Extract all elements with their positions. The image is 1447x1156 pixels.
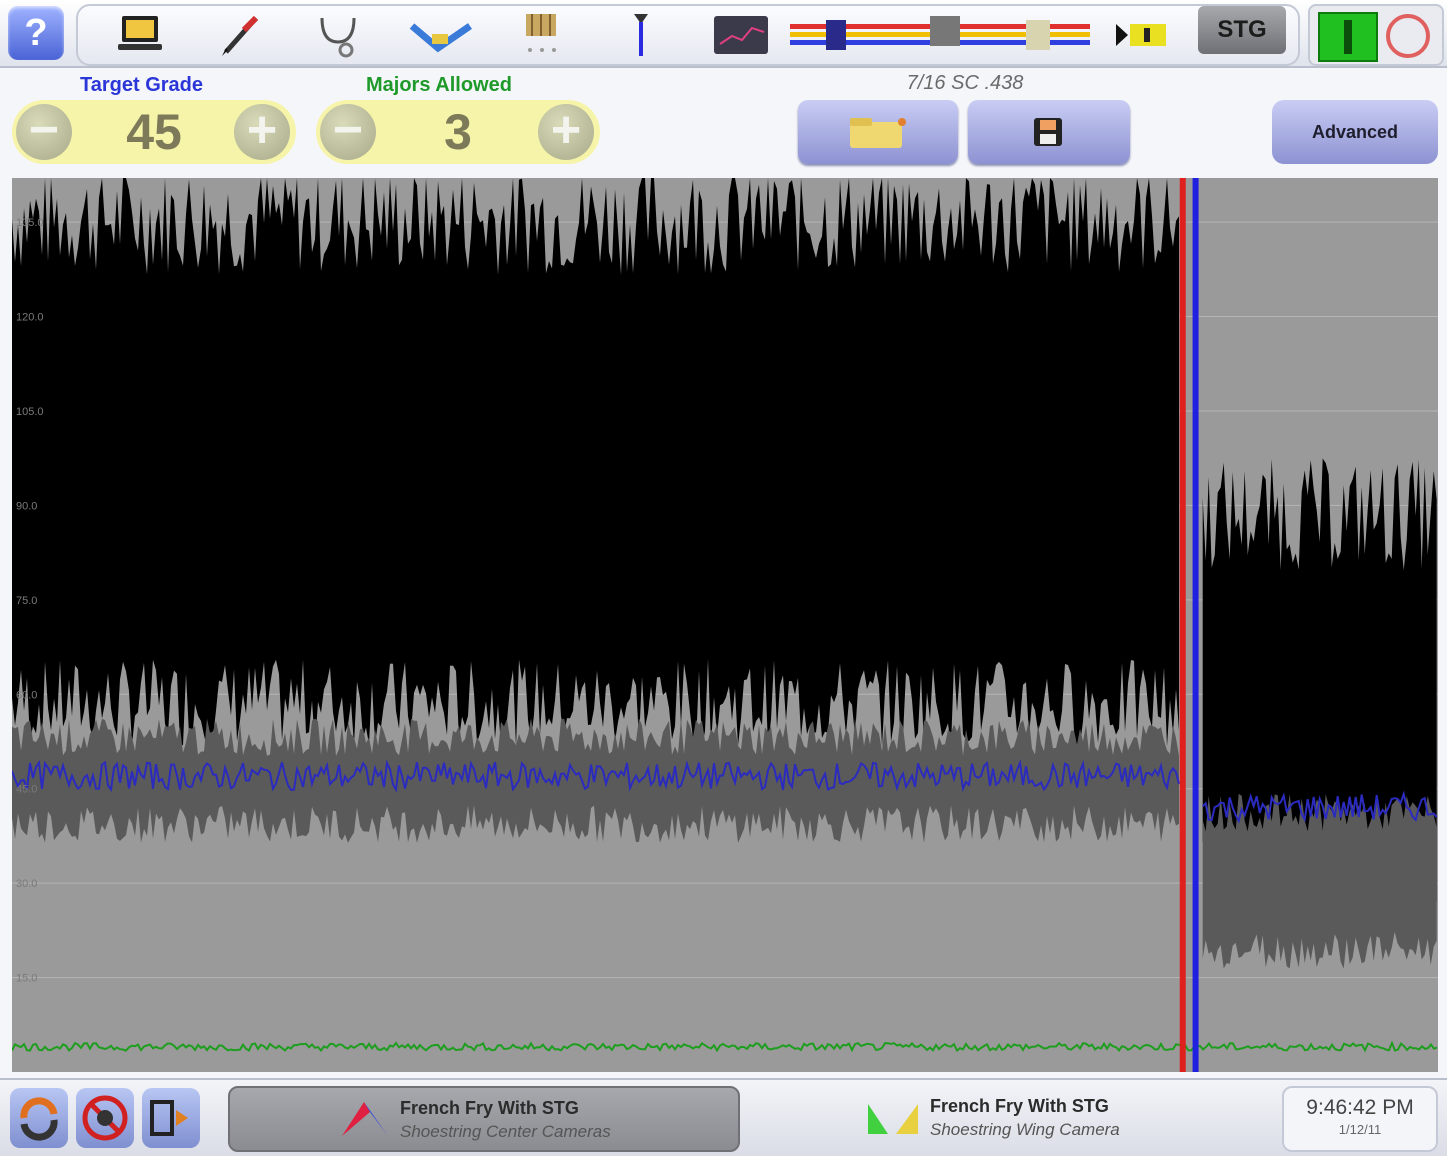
camera-off-button[interactable]	[76, 1088, 134, 1148]
y-tick-label: 135.0	[16, 217, 44, 229]
y-tick-label: 120.0	[16, 312, 44, 324]
product-wing-title: French Fry With STG	[930, 1096, 1109, 1116]
status-tray	[1308, 4, 1444, 66]
product-wing-panel[interactable]: French Fry With STG Shoestring Wing Came…	[760, 1086, 1268, 1148]
target-grade-plus-button[interactable]: +	[234, 104, 290, 160]
monitor-icon[interactable]	[112, 12, 168, 58]
run-status-indicator[interactable]	[1318, 12, 1378, 62]
top-toolbar: ? STG	[0, 0, 1447, 68]
stop-circle-icon[interactable]	[1386, 14, 1430, 58]
color-stripes-icon[interactable]	[790, 12, 1090, 58]
majors-allowed-label: Majors Allowed	[366, 74, 512, 96]
product-center-subtitle: Shoestring Center Cameras	[400, 1122, 611, 1141]
stg-button[interactable]: STG	[1198, 6, 1286, 54]
y-tick-label: 105.0	[16, 406, 44, 418]
conveyor-icon[interactable]	[408, 12, 474, 58]
y-tick-label: 30.0	[16, 878, 37, 890]
application-window: ? STG Target Grade − 45 + Majors Allowed…	[0, 0, 1447, 1156]
exit-button[interactable]	[142, 1088, 200, 1148]
clock-time: 9:46:42 PM	[1306, 1096, 1414, 1119]
wing-camera-icon	[868, 1104, 918, 1134]
floppy-disk-icon	[1034, 118, 1062, 146]
product-wing-subtitle: Shoestring Wing Camera	[930, 1120, 1120, 1139]
run-bar	[1344, 20, 1352, 54]
clock-panel: 9:46:42 PM 1/12/11	[1282, 1086, 1438, 1152]
folder-icon	[850, 118, 906, 148]
y-tick-label: 90.0	[16, 500, 37, 512]
product-center-title: French Fry With STG	[400, 1098, 579, 1118]
target-grade-minus-button[interactable]: −	[16, 104, 72, 160]
product-code: 7/16 SC .438	[906, 72, 1024, 94]
help-button[interactable]: ?	[8, 6, 64, 60]
pen-icon[interactable]	[214, 12, 270, 58]
no-camera-icon	[82, 1095, 128, 1141]
clock-date: 1/12/11	[1338, 1122, 1382, 1137]
majors-allowed-plus-button[interactable]: +	[538, 104, 594, 160]
folder-button[interactable]	[798, 100, 958, 164]
refresh-icon	[20, 1097, 58, 1141]
advanced-button[interactable]: Advanced	[1272, 100, 1438, 164]
y-tick-label: 45.0	[16, 784, 37, 796]
refresh-button[interactable]	[10, 1088, 68, 1148]
product-center-panel[interactable]: French Fry With STG Shoestring Center Ca…	[228, 1086, 740, 1152]
center-camera-icon	[342, 1102, 388, 1136]
target-grade-stepper: − 45 +	[12, 100, 296, 164]
majors-allowed-minus-button[interactable]: −	[320, 104, 376, 160]
majors-allowed-stepper: − 3 +	[316, 100, 600, 164]
exit-icon	[150, 1100, 188, 1136]
y-tick-label: 60.0	[16, 689, 37, 701]
target-grade-value: 45	[126, 104, 182, 160]
save-button[interactable]	[968, 100, 1130, 164]
probe-icon[interactable]	[626, 12, 656, 58]
yellow-tag-icon[interactable]	[1112, 12, 1172, 58]
upper-band-area	[12, 178, 1179, 748]
target-grade-label: Target Grade	[80, 74, 203, 96]
y-tick-label: 75.0	[16, 595, 37, 607]
y-tick-label: 15.0	[16, 973, 37, 985]
majors-allowed-value: 3	[444, 104, 472, 160]
trend-chart-icon[interactable]	[712, 12, 772, 58]
stethoscope-icon[interactable]	[312, 12, 368, 58]
sorter-icon[interactable]	[518, 12, 568, 58]
grade-trend-chart: 135.0 120.0 105.0 90.0 75.0 60.0 45.0 30.0 15.0	[12, 178, 1438, 1072]
tool-tray	[76, 4, 1300, 66]
bottom-bar: French Fry With STG Shoestring Center Ca…	[0, 1078, 1447, 1156]
